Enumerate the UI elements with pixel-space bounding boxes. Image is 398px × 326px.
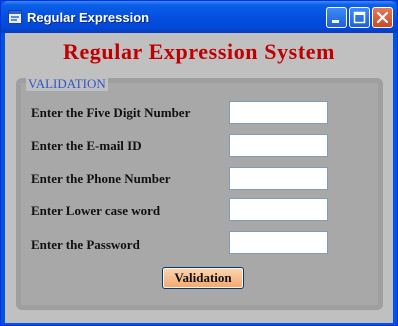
close-button[interactable] <box>372 7 393 28</box>
minimize-icon <box>332 20 339 23</box>
lowercase-label: Enter Lower case word <box>31 203 161 218</box>
email-label: Enter the E-mail ID <box>31 138 142 153</box>
five-digit-label: Enter the Five Digit Number <box>31 105 191 120</box>
five-digit-input[interactable] <box>229 101 328 124</box>
minimize-button[interactable] <box>326 7 347 28</box>
lowercase-input[interactable] <box>229 198 328 221</box>
password-input[interactable] <box>229 231 328 254</box>
page-title: Regular Expression System <box>62 39 336 64</box>
form-client-area: Regular Expression System VALIDATION Ent… <box>5 33 393 323</box>
app-form-icon <box>8 10 22 24</box>
maximize-button[interactable] <box>349 7 370 28</box>
phone-input[interactable] <box>229 167 328 190</box>
phone-label: Enter the Phone Number <box>31 171 171 186</box>
title-bar[interactable]: Regular Expression <box>1 1 397 33</box>
maximize-icon <box>353 11 366 24</box>
close-icon <box>376 11 389 24</box>
email-input[interactable] <box>229 134 328 157</box>
group-legend: VALIDATION <box>26 76 108 91</box>
app-window: Regular Expression Regular Expression Sy… <box>0 0 398 326</box>
window-title: Regular Expression <box>27 10 150 25</box>
validation-groupbox: VALIDATION Enter the Five Digit Number E… <box>16 76 383 310</box>
validation-button[interactable]: Validation <box>162 267 244 289</box>
password-label: Enter the Password <box>31 237 140 252</box>
